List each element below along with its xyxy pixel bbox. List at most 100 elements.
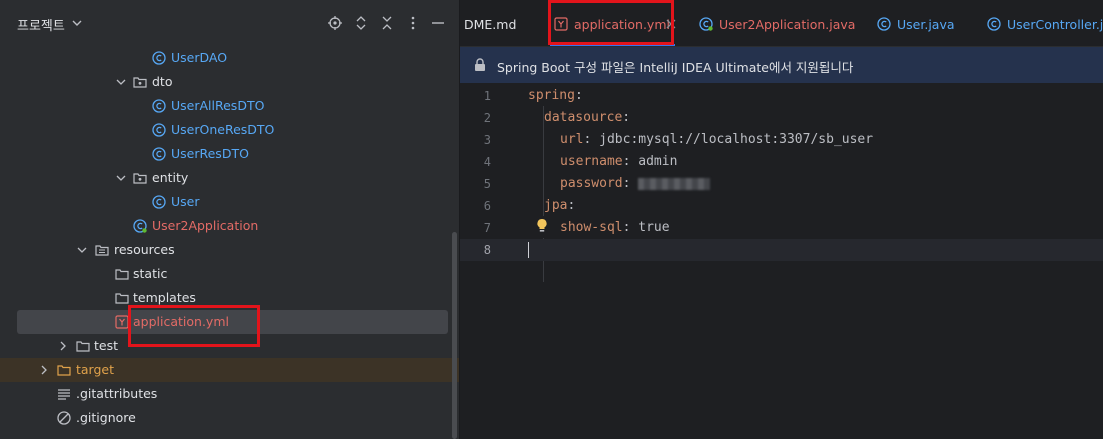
line-number: 8 bbox=[483, 243, 491, 257]
class-icon bbox=[152, 147, 166, 161]
tree-item-userresdto[interactable]: UserResDTO bbox=[0, 142, 460, 166]
line-number: 3 bbox=[483, 133, 491, 147]
chevron-down-icon[interactable] bbox=[71, 17, 83, 29]
tree-item-label: UserAllResDTO bbox=[171, 98, 265, 113]
tab-label: UserController.java bbox=[1007, 17, 1103, 32]
yaml-key: jpa bbox=[544, 198, 568, 213]
tree-item-label: User2Application bbox=[152, 218, 259, 233]
tree-item-label: UserResDTO bbox=[171, 146, 249, 161]
folder-icon bbox=[57, 365, 71, 376]
class-icon bbox=[152, 195, 166, 209]
project-panel-header: 프로젝트 bbox=[0, 0, 460, 46]
tree-item-user2application[interactable]: User2Application bbox=[0, 214, 460, 238]
folder-icon bbox=[76, 341, 90, 352]
tree-item-useroneresdto[interactable]: UserOneResDTO bbox=[0, 118, 460, 142]
banner-text: Spring Boot 구성 파일은 IntelliJ IDEA Ultimat… bbox=[497, 60, 854, 75]
tab-label: User.java bbox=[897, 17, 955, 32]
folder-icon bbox=[115, 269, 129, 280]
line-number: 5 bbox=[483, 177, 491, 191]
editor-area: DME.md application.yml User2Application.… bbox=[460, 0, 1103, 439]
class-icon bbox=[152, 51, 166, 65]
tree-item-dto[interactable]: dto bbox=[0, 70, 460, 94]
code-line[interactable]: 6 jpa: bbox=[460, 195, 1103, 217]
tree-item-label: .gitignore bbox=[76, 410, 136, 425]
class-icon bbox=[877, 17, 891, 31]
locate-icon[interactable] bbox=[328, 16, 342, 30]
lock-icon bbox=[475, 58, 485, 71]
yaml-key: show-sql bbox=[560, 220, 623, 235]
highlight-box-tree-application-yml bbox=[128, 305, 260, 347]
yaml-file-icon bbox=[115, 315, 129, 329]
yaml-key: url bbox=[560, 132, 584, 147]
tree-item-label: target bbox=[76, 362, 115, 377]
tree-item-userallresdto[interactable]: UserAllResDTO bbox=[0, 94, 460, 118]
project-scrollbar[interactable] bbox=[452, 232, 457, 439]
package-icon bbox=[133, 77, 147, 88]
chevron-down-icon[interactable] bbox=[116, 173, 126, 183]
tree-item-target[interactable]: target bbox=[0, 358, 460, 382]
tree-item-label: test bbox=[94, 338, 119, 353]
tree-item-gitattributes[interactable]: .gitattributes bbox=[0, 382, 460, 406]
package-icon bbox=[133, 173, 147, 184]
line-number: 4 bbox=[483, 155, 491, 169]
code-line[interactable]: 4 username: admin bbox=[460, 151, 1103, 173]
project-panel: 프로젝트 UserDAO dto UserAllResDTO UserOneRe… bbox=[0, 0, 460, 439]
yaml-key: username bbox=[560, 154, 623, 169]
code-line[interactable]: 7 show-sql: true bbox=[460, 217, 1103, 239]
tree-item-label: UserOneResDTO bbox=[171, 122, 275, 137]
more-options-icon[interactable] bbox=[406, 16, 420, 30]
highlight-box-tab-application-yml bbox=[548, 0, 674, 45]
project-panel-title[interactable]: 프로젝트 bbox=[17, 15, 65, 34]
code-line[interactable]: 1 spring: bbox=[460, 85, 1103, 107]
redacted-password bbox=[638, 177, 711, 190]
tree-item-label: static bbox=[133, 266, 168, 281]
code-line[interactable]: 3 url: jdbc:mysql://localhost:3307/sb_us… bbox=[460, 129, 1103, 151]
code-editor[interactable]: 1 spring: 2 datasource: 3 url: jdbc:mysq… bbox=[460, 84, 1103, 439]
yaml-key: password bbox=[560, 176, 623, 191]
tree-item-label: .gitattributes bbox=[76, 386, 158, 401]
class-icon bbox=[987, 17, 1001, 31]
chevron-down-icon[interactable] bbox=[77, 245, 87, 255]
collapse-all-icon[interactable] bbox=[380, 16, 394, 30]
yaml-value: admin bbox=[638, 154, 678, 169]
tree-item-label: dto bbox=[152, 74, 173, 89]
line-number: 7 bbox=[483, 221, 491, 235]
tree-item-label: UserDAO bbox=[171, 50, 228, 65]
tree-item-label: entity bbox=[152, 170, 189, 185]
yaml-key: datasource bbox=[544, 110, 623, 125]
spring-class-icon bbox=[133, 219, 147, 233]
lightbulb-icon[interactable] bbox=[536, 218, 548, 234]
code-line-current[interactable]: 8 bbox=[460, 239, 1103, 261]
chevron-right-icon[interactable] bbox=[39, 365, 49, 375]
line-number: 6 bbox=[483, 199, 491, 213]
resources-folder-icon bbox=[95, 245, 109, 256]
hide-panel-icon[interactable] bbox=[431, 16, 445, 30]
tree-item-gitignore[interactable]: .gitignore bbox=[0, 406, 460, 430]
yaml-value: jdbc:mysql://localhost:3307/sb_user bbox=[599, 132, 874, 147]
chevron-right-icon[interactable] bbox=[58, 341, 68, 351]
tree-item-static[interactable]: static bbox=[0, 262, 460, 286]
text-caret bbox=[528, 242, 529, 258]
chevron-down-icon[interactable] bbox=[116, 77, 126, 87]
text-file-icon bbox=[58, 389, 70, 400]
spring-class-icon bbox=[699, 17, 713, 31]
ultimate-notice-banner: Spring Boot 구성 파일은 IntelliJ IDEA Ultimat… bbox=[460, 47, 1103, 83]
tree-item-label: User bbox=[171, 194, 200, 209]
expand-all-icon[interactable] bbox=[354, 16, 368, 30]
line-number: 2 bbox=[483, 111, 491, 125]
tree-item-resources[interactable]: resources bbox=[0, 238, 460, 262]
yaml-value: true bbox=[638, 220, 670, 235]
code-line[interactable]: 2 datasource: bbox=[460, 107, 1103, 129]
ignore-file-icon bbox=[57, 411, 71, 425]
class-icon bbox=[152, 123, 166, 137]
tab-readme[interactable]: DME.md bbox=[464, 0, 516, 46]
yaml-key: spring bbox=[528, 88, 575, 103]
tree-item-label: resources bbox=[114, 242, 175, 257]
tree-item-user[interactable]: User bbox=[0, 190, 460, 214]
code-line[interactable]: 5 password: bbox=[460, 173, 1103, 195]
tab-label: DME.md bbox=[464, 17, 517, 32]
tab-label: User2Application.java bbox=[719, 17, 856, 32]
tree-item-userdao[interactable]: UserDAO bbox=[0, 46, 460, 70]
class-icon bbox=[152, 99, 166, 113]
tree-item-entity[interactable]: entity bbox=[0, 166, 460, 190]
